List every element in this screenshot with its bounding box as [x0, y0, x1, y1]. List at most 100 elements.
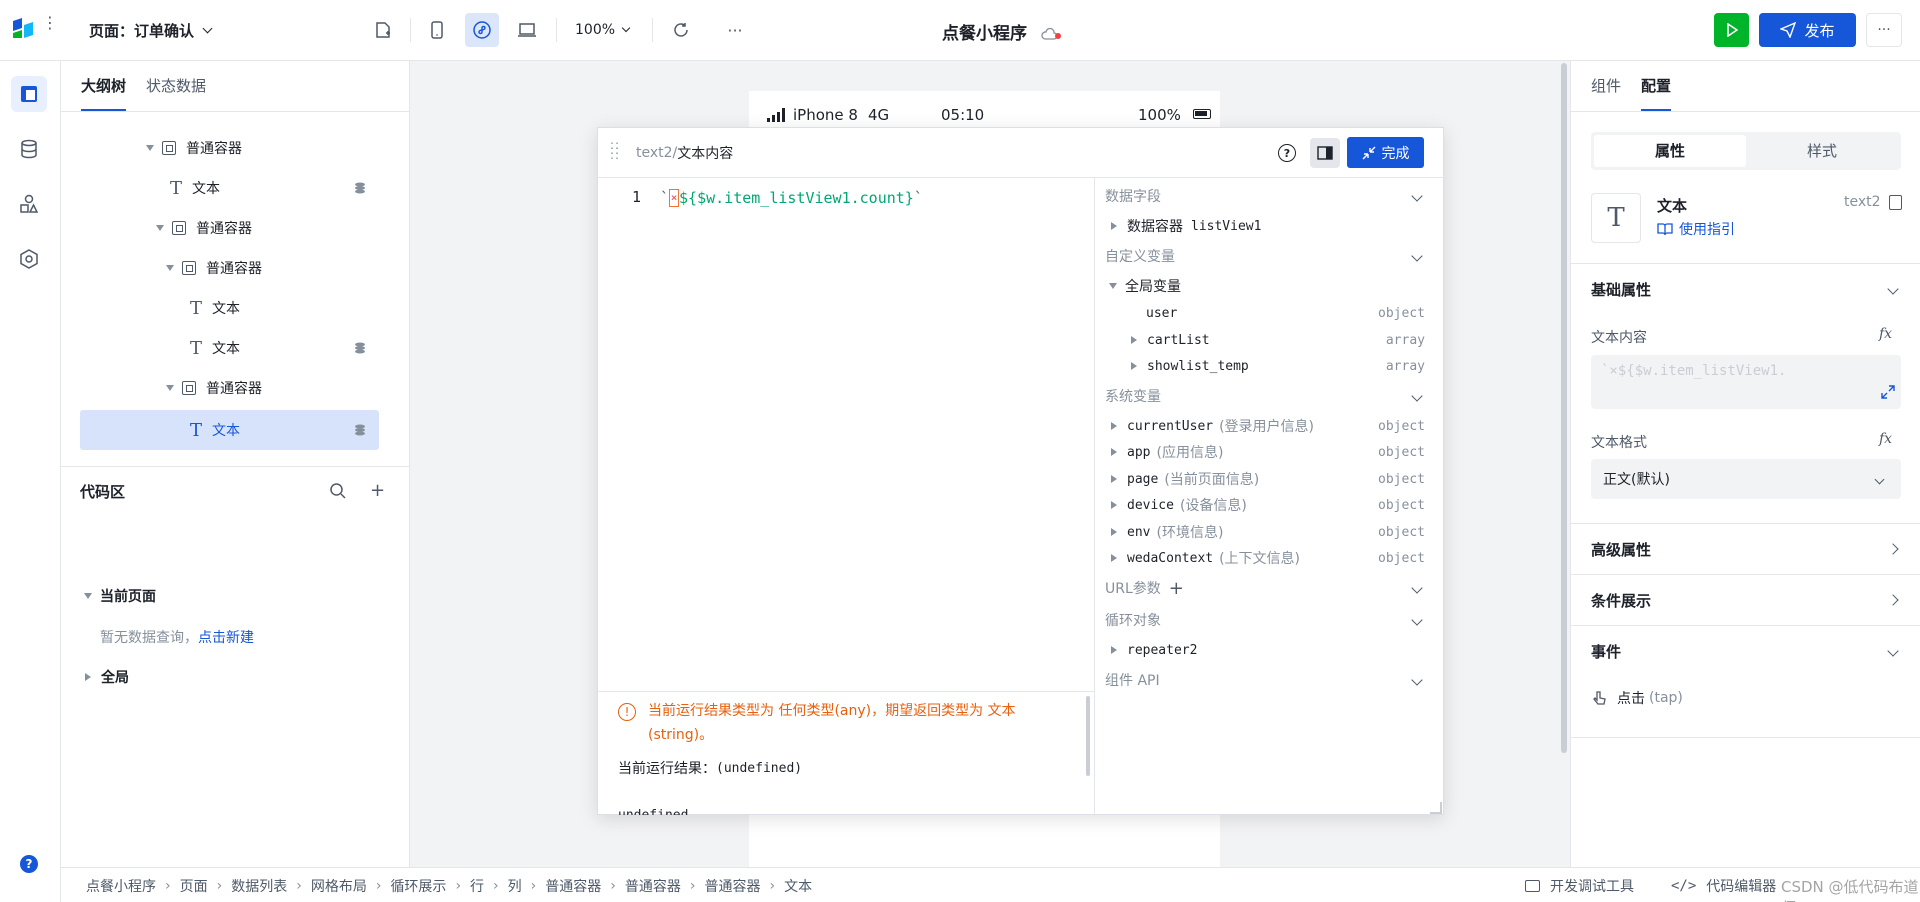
section-url-params[interactable]: URL参数 + [1105, 573, 1435, 603]
section-basic-properties[interactable]: 基础属性 [1571, 263, 1920, 314]
settings-hex-icon[interactable] [11, 241, 47, 277]
breadcrumb-item[interactable]: 数据列表 [231, 876, 287, 896]
fx-icon[interactable]: fx [1879, 326, 1892, 342]
create-link[interactable]: 点击新建 [198, 630, 254, 646]
desktop-view-icon[interactable] [510, 13, 544, 47]
done-button[interactable]: 完成 [1347, 137, 1424, 168]
canvas-scrollbar[interactable] [1561, 63, 1567, 753]
section-events[interactable]: 事件 [1571, 625, 1920, 676]
breadcrumb-item[interactable]: 循环展示 [390, 876, 446, 896]
var-global-group[interactable]: 全局变量 [1095, 271, 1445, 301]
var-data-container[interactable]: 数据容器 listView1 [1095, 211, 1445, 241]
components-icon[interactable] [11, 186, 47, 222]
breadcrumb-item[interactable]: 普通容器 [625, 876, 681, 896]
section-advanced[interactable]: 高级属性 [1571, 523, 1920, 574]
more-vertical-icon[interactable]: ⋮ [42, 15, 58, 38]
tab-components[interactable]: 组件 [1591, 61, 1621, 111]
tree-node-container[interactable]: 普通容器 [166, 368, 262, 408]
var-item[interactable]: showlist_temp array [1095, 351, 1445, 381]
var-item[interactable]: app (应用信息) object [1095, 437, 1445, 467]
segment-styles[interactable]: 样式 [1746, 135, 1898, 167]
miniprogram-view-icon[interactable] [465, 13, 499, 47]
code-token-backtick: ` [660, 189, 670, 207]
breadcrumb-item[interactable]: 普通容器 [704, 876, 760, 896]
dev-tools-button[interactable]: 开发调试工具 [1525, 876, 1634, 896]
tab-state-data[interactable]: 状态数据 [146, 61, 206, 111]
segment-properties[interactable]: 属性 [1594, 135, 1746, 167]
app-logo[interactable] [10, 15, 36, 41]
var-type: object [1378, 497, 1425, 513]
more-icon[interactable]: ··· [718, 13, 752, 47]
breadcrumb-item[interactable]: 网格布局 [311, 876, 367, 896]
help-icon[interactable]: ? [20, 855, 38, 873]
section-data-fields[interactable]: 数据字段 [1105, 181, 1435, 211]
text-type-icon: T [189, 419, 202, 441]
var-item[interactable]: user object [1095, 298, 1445, 328]
result-scrollbar[interactable] [1086, 696, 1090, 776]
global-group[interactable]: 全局 [85, 667, 129, 687]
event-name: (tap) [1649, 690, 1683, 706]
expand-arrow-icon [84, 593, 92, 599]
help-circle-icon[interactable]: ? [1278, 144, 1296, 162]
publish-button[interactable]: 发布 [1759, 13, 1856, 47]
panel-toggle-icon[interactable] [1310, 138, 1340, 168]
add-icon[interactable]: + [370, 482, 386, 500]
section-custom-vars[interactable]: 自定义变量 [1105, 241, 1435, 271]
add-icon[interactable]: + [1169, 578, 1184, 599]
breadcrumb-separator-icon: › [296, 878, 302, 894]
breadcrumb-item[interactable]: 普通容器 [545, 876, 601, 896]
refresh-icon[interactable] [664, 13, 698, 47]
event-click-item[interactable]: 点击 (tap) [1591, 688, 1683, 708]
section-conditional[interactable]: 条件展示 [1571, 574, 1920, 625]
expand-arrow-icon[interactable] [156, 225, 164, 231]
var-name: 数据容器 [1127, 219, 1183, 235]
breadcrumb: 点餐小程序 › 页面 › 数据列表 › 网格布局 › 循环展示 › 行 › 列 › 普通容器 › 普通容器 › 普通… [86, 876, 812, 896]
section-system-vars[interactable]: 系统变量 [1105, 381, 1435, 411]
text-format-select[interactable]: 正文(默认) [1591, 459, 1901, 499]
expand-icon[interactable] [1881, 385, 1895, 399]
database-icon[interactable] [11, 131, 47, 167]
drag-handle-icon[interactable]: :::::: [610, 139, 619, 161]
search-icon[interactable] [329, 482, 347, 500]
tree-node-text[interactable]: T 文本 [168, 168, 220, 208]
outline-icon[interactable] [11, 76, 47, 112]
expand-arrow-icon[interactable] [166, 265, 174, 271]
expand-arrow-icon[interactable] [146, 145, 154, 151]
breadcrumb-item[interactable]: 列 [508, 876, 522, 896]
breadcrumb-item[interactable]: 文本 [784, 876, 812, 896]
tree-node-text[interactable]: T 文本 [188, 288, 240, 328]
text-content-label: 文本内容 [1591, 330, 1647, 346]
code-editor-button[interactable]: </> 代码编辑器 [1671, 876, 1776, 896]
var-item[interactable]: repeater2 [1095, 635, 1445, 665]
mobile-view-icon[interactable] [420, 13, 454, 47]
more-menu-button[interactable]: ··· [1866, 13, 1902, 47]
page-selector[interactable]: 页面：订单确认 [89, 18, 213, 42]
tree-node-container[interactable]: 普通容器 [146, 128, 242, 168]
preview-run-button[interactable] [1714, 13, 1749, 47]
breadcrumb-item[interactable]: 行 [470, 876, 484, 896]
breadcrumb-separator-icon: › [769, 878, 776, 894]
section-component-api[interactable]: 组件 API [1105, 665, 1435, 695]
fx-icon[interactable]: fx [1879, 431, 1892, 447]
tree-node-text[interactable]: T 文本 [188, 410, 240, 450]
tree-node-container[interactable]: 普通容器 [166, 248, 262, 288]
tree-node-text[interactable]: T 文本 [188, 328, 240, 368]
breadcrumb-item[interactable]: 点餐小程序 [86, 876, 156, 896]
var-item[interactable]: device (设备信息) object [1095, 490, 1445, 520]
section-loop-object[interactable]: 循环对象 [1105, 605, 1435, 635]
expand-arrow-icon[interactable] [166, 385, 174, 391]
usage-guide-link[interactable]: 使用指引 [1657, 219, 1735, 239]
breadcrumb-item[interactable]: 页面 [180, 876, 208, 896]
current-page-group[interactable]: 当前页面 [84, 586, 156, 606]
tree-node-container[interactable]: 普通容器 [156, 208, 252, 248]
add-page-icon[interactable] [366, 13, 400, 47]
var-item[interactable]: wedaContext (上下文信息) object [1095, 543, 1445, 573]
zoom-selector[interactable]: 100% [575, 18, 631, 42]
tab-outline-tree[interactable]: 大纲树 [81, 61, 127, 111]
copy-icon[interactable] [1888, 194, 1902, 210]
resize-handle-icon[interactable] [1430, 802, 1442, 814]
section-title: URL参数 [1105, 581, 1161, 597]
section-title: 系统变量 [1105, 389, 1161, 405]
tab-config[interactable]: 配置 [1641, 61, 1672, 111]
code-line[interactable]: ` × ${$w.item_listView1.count} ` [660, 188, 923, 208]
